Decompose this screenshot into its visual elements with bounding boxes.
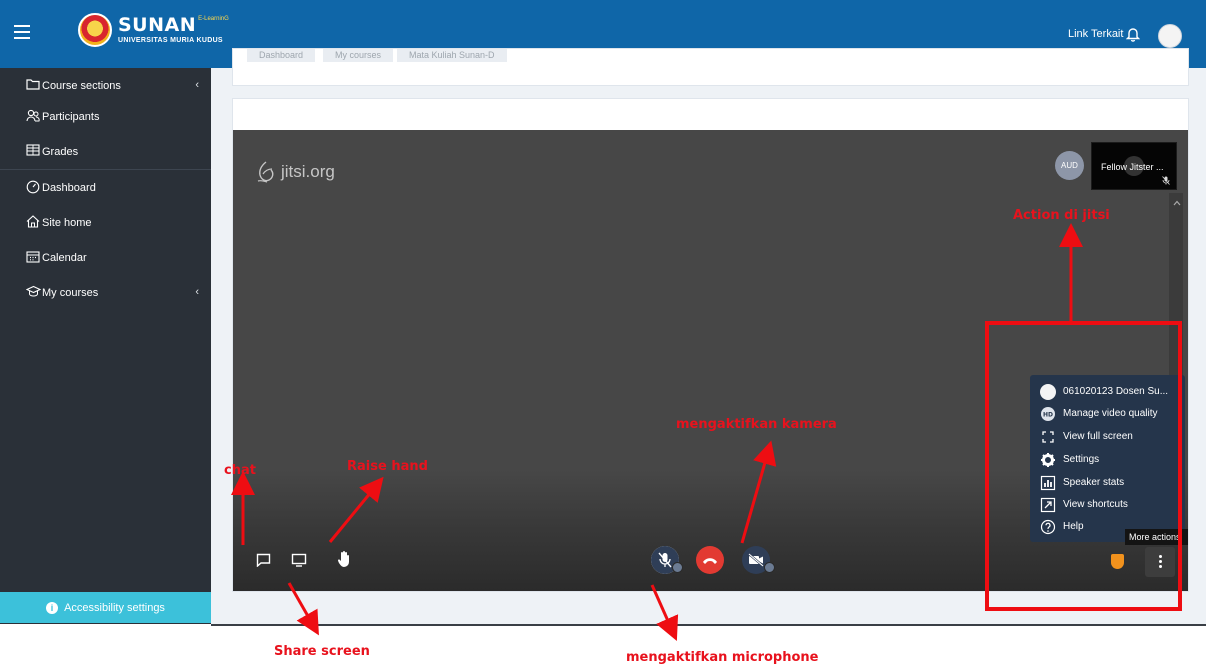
screenshot-stage: SUNAN E-LearninG UNIVERSITAS MURIA KUDUS …: [0, 0, 1206, 671]
arrow-microphone: [650, 584, 679, 641]
annotation-camera: mengaktifkan kamera: [676, 417, 837, 432]
annotation-share-screen: Share screen: [274, 644, 370, 659]
arrow-camera: [740, 440, 777, 544]
annotation-raise-hand: Raise hand: [347, 459, 428, 474]
arrow-share-screen: [287, 582, 319, 636]
annotation-arrows: [231, 223, 1083, 641]
annotation-microphone: mengaktifkan microphone: [626, 650, 819, 665]
arrow-raise-hand: [328, 476, 384, 543]
annotation-chat: chat: [224, 463, 256, 478]
annotation-actions: Action di jitsi: [1013, 208, 1110, 223]
